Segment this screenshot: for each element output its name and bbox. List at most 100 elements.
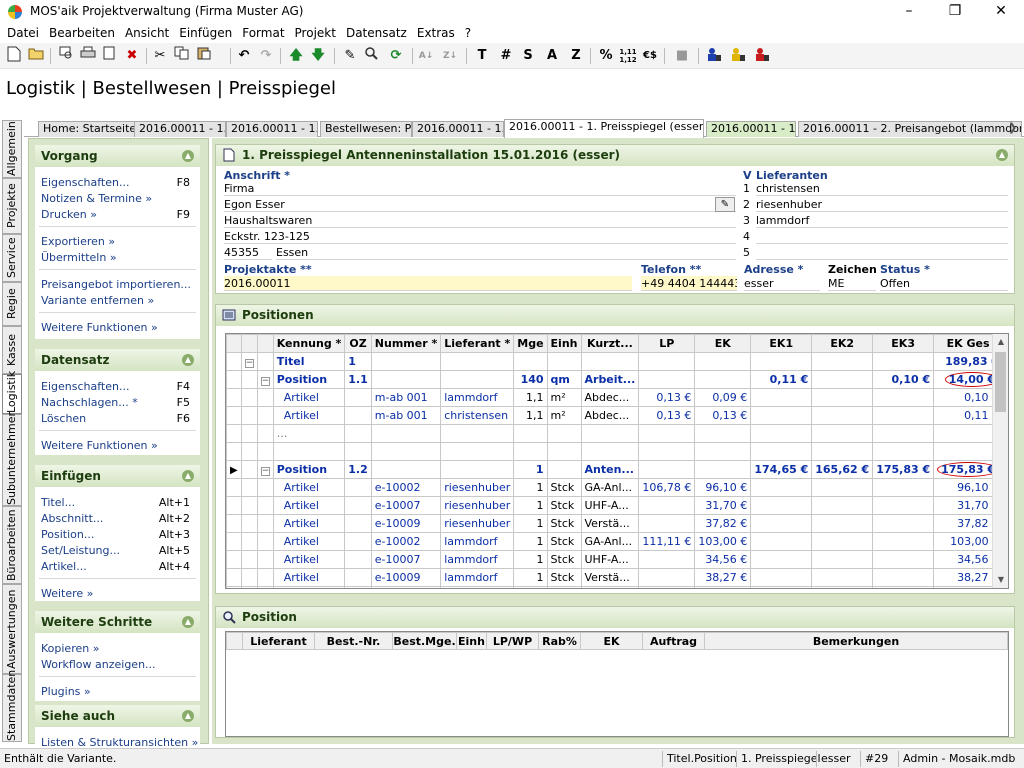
cell-einh[interactable]: Stck — [546, 568, 582, 587]
panel-item-weitere-1[interactable]: Workflow anzeigen... — [35, 657, 200, 673]
table-row[interactable]: ▶ − Position 1.2 1 Anten... 174,65 €165,62 €17… — [226, 460, 1008, 479]
panel-item-vorgang-2[interactable]: Drucken » F9 — [35, 207, 200, 223]
user-blue-icon[interactable] — [704, 46, 724, 66]
cell-mge[interactable]: 1 — [513, 550, 548, 569]
cell-lf[interactable]: lammdorf — [440, 550, 515, 569]
cell-lf[interactable] — [440, 352, 515, 371]
number-format-button[interactable]: # — [496, 46, 516, 66]
cell-k[interactable]: Artikel — [272, 388, 346, 407]
cell-ek3[interactable] — [872, 586, 935, 588]
cell-ek3[interactable] — [872, 388, 935, 407]
cell-nr[interactable]: e-10009 — [370, 568, 442, 587]
cell-kt[interactable]: GA-Anl... — [580, 586, 640, 588]
cell-mge[interactable]: 1 — [513, 568, 548, 587]
cell-kt[interactable]: Abdec... — [580, 406, 640, 425]
panel-header-einfuegen[interactable]: Einfügen ▲ — [35, 465, 200, 487]
cell-k[interactable]: Artikel — [272, 532, 346, 551]
panel-item-datensatz-2[interactable]: Löschen F6 — [35, 411, 200, 427]
user-red-icon[interactable] — [752, 46, 772, 66]
cell-k[interactable] — [272, 442, 346, 461]
panel-header-siehe[interactable]: Siehe auch ▲ — [35, 705, 200, 727]
menu-datei[interactable]: Datei — [2, 24, 44, 42]
new-document-icon[interactable] — [4, 46, 24, 66]
cell-ek2[interactable] — [811, 406, 874, 425]
cell-ek3[interactable] — [872, 352, 935, 371]
cell-ek1[interactable] — [750, 442, 813, 461]
expand-icon[interactable]: − — [260, 467, 270, 476]
panel-item-vorgang-3[interactable]: Exportieren » — [35, 234, 200, 250]
menu-datensatz[interactable]: Datensatz — [341, 24, 412, 42]
copy-icon[interactable] — [172, 46, 192, 66]
cell-oz[interactable] — [344, 388, 372, 407]
cell-ek3[interactable] — [872, 406, 935, 425]
cell-ek3[interactable]: 175,83 € — [872, 460, 935, 479]
cell-ek3[interactable] — [872, 478, 935, 497]
detail-column-header-0[interactable]: Lieferant — [242, 632, 315, 650]
doc-tab-6[interactable]: 2016.00011 - 1. Preisspiegel (esser) — [504, 119, 704, 138]
cell-mge[interactable]: 1,1 — [513, 388, 548, 407]
cell-mge[interactable]: 1,1 — [513, 406, 548, 425]
collapse-icon[interactable]: ▲ — [182, 470, 194, 482]
table-row[interactable]: − Position 1.1 140 qm Arbeit... 0,11 € 0,10 € 14… — [226, 370, 1008, 389]
panel-item-vorgang-6[interactable]: Variante entfernen » — [35, 293, 200, 309]
detail-column-header-5[interactable]: Rab% — [538, 632, 581, 650]
cell-kt[interactable]: UHF-A... — [580, 550, 640, 569]
table-row[interactable]: Artikel m-ab 001 lammdorf 1,1 m² Abdec... 0,13… — [226, 388, 1008, 407]
cell-kt[interactable]: Verstä... — [580, 514, 640, 533]
cell-lp[interactable]: 111,11 € — [638, 532, 696, 551]
cell-nr[interactable] — [370, 442, 442, 461]
cell-kt[interactable]: Arbeit... — [580, 370, 640, 389]
sort-ascending-icon[interactable]: A↓ — [416, 46, 436, 66]
zeichen-field[interactable]: ME — [828, 276, 876, 291]
column-header-1[interactable]: OZ — [344, 334, 372, 353]
expand-icon[interactable]: − — [260, 377, 270, 386]
vtab-service[interactable]: Service — [2, 234, 22, 282]
column-header-8[interactable]: EK — [694, 334, 752, 353]
cell-lp[interactable] — [638, 496, 696, 515]
cell-lp[interactable]: 0,13 € — [638, 388, 696, 407]
cell-oz[interactable] — [344, 586, 372, 588]
anschrift-line-3[interactable]: Haushaltswaren — [224, 213, 736, 228]
cell-lf[interactable]: lammdorf — [440, 568, 515, 587]
cell-kt[interactable] — [580, 424, 640, 443]
cell-lf[interactable]: lammdorf — [440, 532, 515, 551]
cell-ek1[interactable] — [750, 388, 813, 407]
cell-mge[interactable]: 1 — [513, 460, 548, 479]
cell-lp[interactable]: 0,13 € — [638, 406, 696, 425]
cell-ek3[interactable] — [872, 550, 935, 569]
print-icon[interactable] — [78, 46, 98, 66]
expand-icon[interactable]: − — [244, 359, 254, 368]
collapse-icon[interactable]: ▲ — [182, 354, 194, 366]
doc-tab-5[interactable]: 2016.00011 - 1. — [412, 121, 504, 137]
delete-sheet-icon[interactable] — [100, 46, 120, 66]
scroll-down-icon[interactable]: ▼ — [993, 572, 1008, 588]
arrow-down-icon[interactable]: 🡇 — [308, 46, 328, 66]
panel-item-weitere-2[interactable]: Plugins » — [35, 684, 200, 700]
menu-einfgen[interactable]: Einfügen — [174, 24, 237, 42]
cell-nr[interactable]: e-10002 — [370, 532, 442, 551]
cell-ek[interactable] — [694, 370, 752, 389]
currency-button[interactable]: €$ — [640, 46, 660, 66]
vtab-projekte[interactable]: Projekte — [2, 178, 22, 234]
cell-ek1[interactable] — [750, 406, 813, 425]
cell-lf[interactable]: riesenhuber — [440, 478, 515, 497]
arrow-up-icon[interactable]: 🡅 — [286, 46, 306, 66]
panel-item-einfuegen-0[interactable]: Titel... Alt+1 — [35, 495, 200, 511]
column-header-3[interactable]: Lieferant * — [440, 334, 515, 353]
detail-column-header-3[interactable]: Einh — [456, 632, 487, 650]
lieferant-field-2[interactable]: riesenhuber — [756, 197, 1008, 212]
decimal-button[interactable]: 1,11 1,12 — [618, 46, 638, 66]
column-header-2[interactable]: Nummer * — [370, 334, 442, 353]
cell-ek1[interactable] — [750, 586, 813, 588]
cell-nr[interactable] — [370, 370, 442, 389]
cell-ek[interactable]: 96,10 € — [694, 478, 752, 497]
cell-ek1[interactable] — [750, 352, 813, 371]
panel-header-weitere[interactable]: Weitere Schritte ▲ — [35, 611, 200, 633]
cell-ek[interactable]: 37,82 € — [694, 514, 752, 533]
cell-ek1[interactable]: 174,65 € — [750, 460, 813, 479]
cell-ek3[interactable] — [872, 424, 935, 443]
cell-k[interactable]: Artikel — [272, 550, 346, 569]
cell-ek2[interactable] — [811, 388, 874, 407]
cell-kt[interactable]: Abdec... — [580, 388, 640, 407]
vtab-auswertungen[interactable]: Auswertungen — [2, 584, 22, 674]
